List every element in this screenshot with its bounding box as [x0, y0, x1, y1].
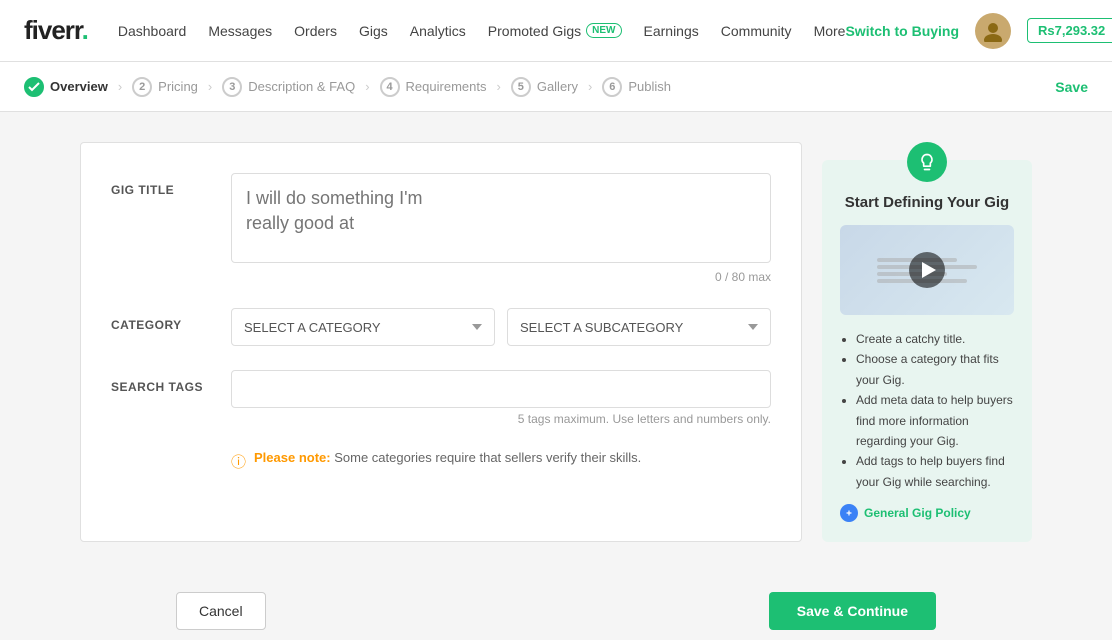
gig-title-input[interactable] [231, 173, 771, 263]
sep-2: › [208, 79, 212, 94]
lightbulb-icon [907, 142, 947, 182]
gig-title-row: GIG TITLE 0 / 80 max [111, 173, 771, 284]
step-num-3: 3 [222, 77, 242, 97]
breadcrumb-step-publish[interactable]: 6 Publish [602, 77, 671, 97]
category-row: CATEGORY SELECT A CATEGORY SELECT A SUBC… [111, 308, 771, 346]
step-label-overview: Overview [50, 79, 108, 94]
nav-earnings[interactable]: Earnings [644, 23, 699, 39]
side-panel-title: Start Defining Your Gig [840, 194, 1014, 211]
side-panel-tips: Create a catchy title. Choose a category… [840, 329, 1014, 492]
new-badge: NEW [586, 23, 621, 38]
link-icon [840, 504, 858, 522]
header: fiverr. Dashboard Messages Orders Gigs A… [0, 0, 1112, 62]
step-label-pricing: Pricing [158, 79, 198, 94]
step-label-gallery: Gallery [537, 79, 578, 94]
header-right: Switch to Buying Rs7,293.32 [845, 13, 1112, 49]
search-tags-row: SEARCH TAGS 5 tags maximum. Use letters … [111, 370, 771, 426]
breadcrumb-items: Overview › 2 Pricing › 3 Description & F… [24, 77, 1055, 97]
breadcrumb-step-requirements[interactable]: 4 Requirements [380, 77, 487, 97]
tip-4: Add tags to help buyers find your Gig wh… [856, 451, 1014, 492]
search-tags-input[interactable] [231, 370, 771, 408]
nav-analytics[interactable]: Analytics [410, 23, 466, 39]
category-selects: SELECT A CATEGORY SELECT A SUBCATEGORY [231, 308, 771, 346]
search-tags-field: 5 tags maximum. Use letters and numbers … [231, 370, 771, 426]
breadcrumb-step-overview[interactable]: Overview [24, 77, 108, 97]
sep-4: › [496, 79, 500, 94]
gig-policy-label: General Gig Policy [864, 506, 971, 520]
subcategory-select[interactable]: SELECT A SUBCATEGORY [507, 308, 771, 346]
info-icon: ⓘ [231, 451, 246, 472]
nav-gigs[interactable]: Gigs [359, 23, 388, 39]
main-content: GIG TITLE 0 / 80 max CATEGORY SELECT A C… [56, 112, 1056, 572]
main-nav: Dashboard Messages Orders Gigs Analytics… [118, 23, 846, 39]
step-label-publish: Publish [628, 79, 671, 94]
nav-messages[interactable]: Messages [208, 23, 272, 39]
category-select[interactable]: SELECT A CATEGORY [231, 308, 495, 346]
bottom-buttons: Cancel Save & Continue [176, 572, 936, 640]
play-button[interactable] [909, 252, 945, 288]
save-continue-button[interactable]: Save & Continue [769, 592, 936, 630]
balance-badge[interactable]: Rs7,293.32 [1027, 18, 1112, 43]
nav-orders[interactable]: Orders [294, 23, 337, 39]
please-note: ⓘ Please note: Some categories require t… [111, 450, 771, 472]
step-num-1 [24, 77, 44, 97]
sep-1: › [118, 79, 122, 94]
step-label-requirements: Requirements [406, 79, 487, 94]
sep-3: › [365, 79, 369, 94]
step-num-2: 2 [132, 77, 152, 97]
breadcrumb-step-description[interactable]: 3 Description & FAQ [222, 77, 355, 97]
tip-3: Add meta data to help buyers find more i… [856, 390, 1014, 451]
bottom-area: Cancel Save & Continue [0, 572, 1112, 640]
breadcrumb-step-gallery[interactable]: 5 Gallery [511, 77, 578, 97]
sep-5: › [588, 79, 592, 94]
avatar[interactable] [975, 13, 1011, 49]
please-note-text: Some categories require that sellers ver… [334, 450, 641, 465]
tags-hint: 5 tags maximum. Use letters and numbers … [231, 412, 771, 426]
tip-2: Choose a category that fits your Gig. [856, 349, 1014, 390]
search-tags-label: SEARCH TAGS [111, 370, 231, 394]
nav-community[interactable]: Community [721, 23, 792, 39]
category-field: SELECT A CATEGORY SELECT A SUBCATEGORY [231, 308, 771, 346]
gig-policy-link[interactable]: General Gig Policy [840, 504, 1014, 522]
logo[interactable]: fiverr. [24, 15, 88, 46]
tip-1: Create a catchy title. [856, 329, 1014, 349]
step-num-6: 6 [602, 77, 622, 97]
video-thumbnail[interactable] [840, 225, 1014, 315]
cancel-button[interactable]: Cancel [176, 592, 266, 630]
form-card: GIG TITLE 0 / 80 max CATEGORY SELECT A C… [80, 142, 802, 542]
step-num-4: 4 [380, 77, 400, 97]
char-count: 0 / 80 max [231, 270, 771, 284]
gig-title-field: 0 / 80 max [231, 173, 771, 284]
side-panel: Start Defining Your Gig Create a catchy … [822, 160, 1032, 542]
switch-buying-button[interactable]: Switch to Buying [845, 23, 959, 39]
breadcrumb-save-button[interactable]: Save [1055, 79, 1088, 95]
nav-more[interactable]: More [814, 23, 846, 39]
nav-promoted-gigs[interactable]: Promoted Gigs NEW [488, 23, 622, 39]
nav-dashboard[interactable]: Dashboard [118, 23, 187, 39]
step-num-5: 5 [511, 77, 531, 97]
breadcrumb-bar: Overview › 2 Pricing › 3 Description & F… [0, 62, 1112, 112]
category-label: CATEGORY [111, 308, 231, 332]
step-label-description: Description & FAQ [248, 79, 355, 94]
play-triangle-icon [922, 262, 936, 278]
please-note-label: Please note: [254, 450, 331, 465]
breadcrumb-step-pricing[interactable]: 2 Pricing [132, 77, 198, 97]
gig-title-label: GIG TITLE [111, 173, 231, 197]
